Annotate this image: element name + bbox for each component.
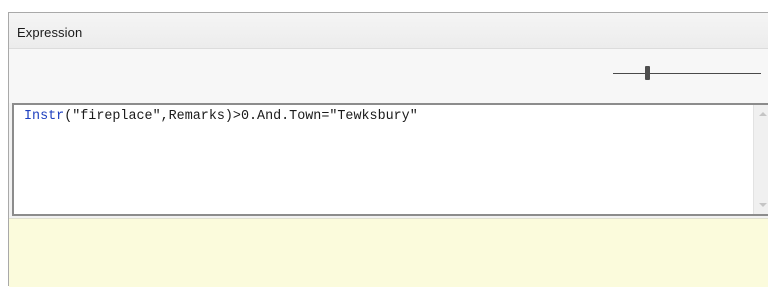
panel-title: Expression — [17, 25, 83, 40]
expression-panel: Expression Instr("fireplace",Remarks)>0.… — [8, 12, 768, 287]
scroll-down-arrow-icon[interactable] — [759, 203, 767, 207]
expression-body: ("fireplace",Remarks)>0.And.Town="Tewksb… — [64, 109, 418, 124]
result-area — [9, 218, 768, 287]
function-keyword: Instr — [24, 109, 65, 124]
scroll-up-arrow-icon[interactable] — [759, 112, 767, 116]
zoom-slider[interactable] — [613, 63, 763, 83]
expression-text[interactable]: Instr("fireplace",Remarks)>0.And.Town="T… — [24, 109, 418, 124]
toolbar — [9, 49, 768, 103]
expression-editor[interactable]: Instr("fireplace",Remarks)>0.And.Town="T… — [12, 103, 768, 216]
vertical-scrollbar[interactable] — [753, 105, 768, 214]
slider-track[interactable] — [613, 73, 761, 74]
slider-thumb[interactable] — [644, 66, 650, 80]
panel-header: Expression — [9, 13, 768, 49]
